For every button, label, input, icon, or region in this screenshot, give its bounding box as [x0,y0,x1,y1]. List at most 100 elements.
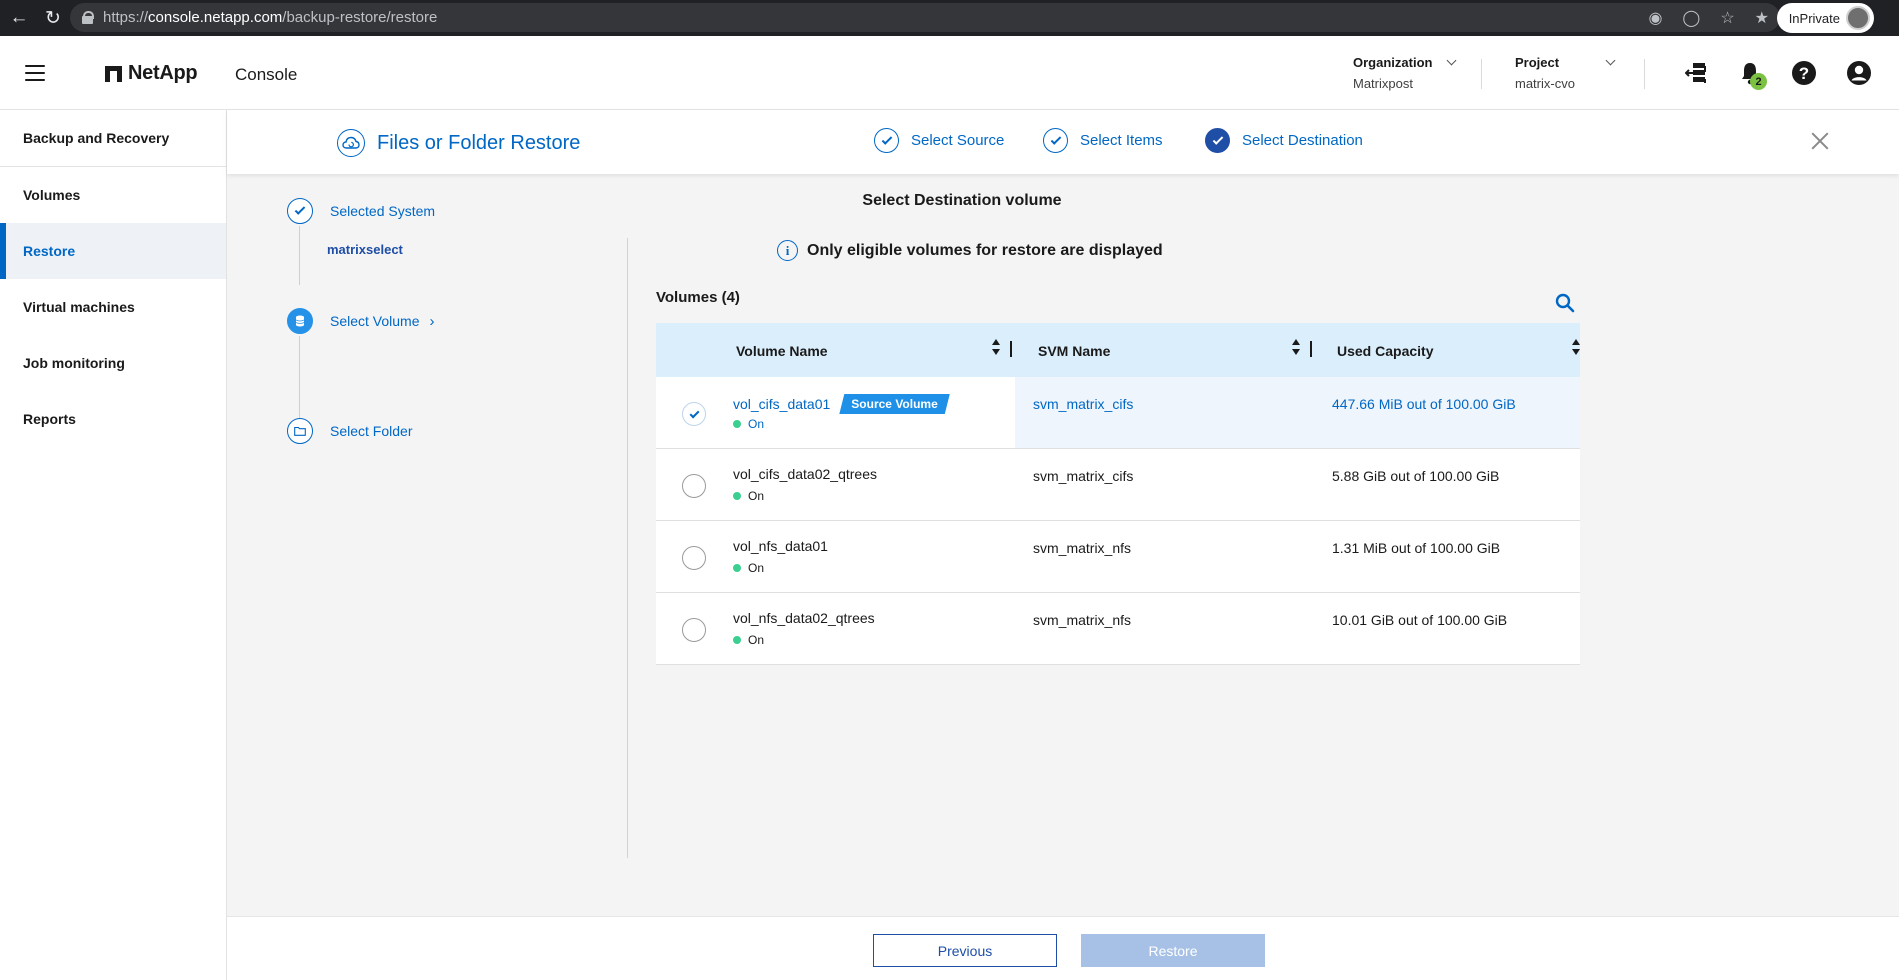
profile-avatar-icon [1846,6,1870,30]
status-dot-icon [733,636,741,644]
volume-name[interactable]: vol_nfs_data02_qtrees [733,610,875,626]
volume-status: On [733,417,764,431]
organization-label: Organization [1353,55,1433,70]
divider [1481,59,1482,89]
status-dot-icon [733,420,741,428]
previous-button[interactable]: Previous [873,934,1057,967]
chevron-down-icon [1447,55,1457,66]
extensions-icon[interactable]: ◯ [1682,8,1700,28]
table-header: Volume Name SVM Name Used Capacity [656,323,1580,377]
cloud-restore-icon [337,129,365,157]
sort-icon[interactable] [1292,339,1300,357]
sidebar-item-reports[interactable]: Reports [0,391,226,447]
svm-name: svm_matrix_cifs [1033,396,1134,412]
connector-icon[interactable] [1684,59,1712,87]
step-select-items[interactable]: Select Items [1043,128,1163,153]
step-check-icon [1043,128,1068,153]
volume-name[interactable]: vol_cifs_data01 Source Volume [733,394,950,414]
volume-status: On [733,489,764,503]
step-select-destination[interactable]: Select Destination [1205,128,1363,153]
column-svm-name[interactable]: SVM Name [1038,343,1110,359]
chevron-right-icon: › [429,312,435,330]
info-icon: i [777,240,798,261]
notification-count-badge: 2 [1750,73,1767,90]
address-bar[interactable]: https://console.netapp.com/backup-restor… [70,3,1780,32]
project-selector[interactable]: Project matrix-cvo [1515,55,1616,91]
progress-select-folder: Select Folder [287,418,412,444]
app-header: NetApp Console Organization Matrixpost P… [0,37,1899,110]
step-check-icon [287,198,313,224]
notifications-bell-icon[interactable]: 2 [1736,59,1767,90]
table-row[interactable]: vol_cifs_data02_qtrees On svm_matrix_cif… [656,449,1580,521]
column-used-capacity[interactable]: Used Capacity [1337,343,1433,359]
inprivate-badge[interactable]: InPrivate [1776,3,1874,33]
inprivate-label: InPrivate [1788,10,1840,26]
svm-name: svm_matrix_cifs [1033,468,1134,484]
favorites-list-icon[interactable]: ★ [1755,8,1769,28]
sort-icon[interactable] [1572,339,1580,357]
help-icon[interactable]: ? [1790,59,1818,87]
step-select-source[interactable]: Select Source [874,128,1004,153]
search-icon[interactable] [1555,293,1575,313]
sidebar-item-restore[interactable]: Restore [0,223,226,279]
used-capacity: 447.66 MiB out of 100.00 GiB [1332,396,1516,412]
progress-selected-system: Selected System [287,198,435,224]
table-row[interactable]: vol_cifs_data01 Source Volume On svm_mat… [656,377,1580,449]
folder-icon [287,418,313,444]
menu-icon[interactable] [25,65,45,81]
favorite-star-icon[interactable]: ☆ [1720,8,1734,28]
database-icon [287,308,313,334]
close-icon[interactable] [1811,132,1829,150]
svm-name: svm_matrix_nfs [1033,612,1132,628]
main-content: Files or Folder Restore Select Source Se… [227,110,1899,980]
row-select-radio[interactable] [682,546,706,570]
row-select-radio[interactable] [682,402,706,426]
organization-selector[interactable]: Organization Matrixpost [1353,55,1457,91]
column-volume-name[interactable]: Volume Name [736,343,828,359]
vertical-divider [627,238,628,858]
tracking-off-icon[interactable]: ◉ [1648,8,1662,28]
lock-icon [82,11,94,24]
step-check-icon [874,128,899,153]
sidebar-item-job-monitoring[interactable]: Job monitoring [0,335,226,391]
sidebar-item-volumes[interactable]: Volumes [0,167,226,223]
project-value: matrix-cvo [1515,76,1575,91]
status-dot-icon [733,564,741,572]
volumes-table: Volume Name SVM Name Used Capacity vol_c… [656,323,1580,665]
wizard-title: Files or Folder Restore [337,129,580,157]
volume-name[interactable]: vol_cifs_data02_qtrees [733,466,877,482]
back-icon[interactable]: ← [4,3,34,33]
eligibility-info: i Only eligible volumes for restore are … [777,240,1163,261]
wizard-header: Files or Folder Restore Select Source Se… [227,110,1899,174]
column-resize-handle[interactable] [1010,341,1012,357]
used-capacity: 5.88 GiB out of 100.00 GiB [1332,468,1500,484]
source-volume-badge: Source Volume [839,394,949,414]
status-dot-icon [733,492,741,500]
used-capacity: 10.01 GiB out of 100.00 GiB [1332,612,1508,628]
restore-button[interactable]: Restore [1081,934,1265,967]
row-select-radio[interactable] [682,618,706,642]
netapp-logo-mark-icon [105,65,122,82]
used-capacity: 1.31 MiB out of 100.00 GiB [1332,540,1501,556]
table-row[interactable]: vol_nfs_data01 On svm_matrix_nfs 1.31 Mi… [656,521,1580,593]
browser-toolbar: ← ↻ https://console.netapp.com/backup-re… [0,0,1899,36]
column-resize-handle[interactable] [1310,341,1312,357]
info-text: Only eligible volumes for restore are di… [807,241,1163,259]
row-select-radio[interactable] [682,474,706,498]
netapp-logo[interactable]: NetApp [105,62,198,85]
section-title: Select Destination volume [862,192,1062,209]
refresh-icon[interactable]: ↻ [38,3,68,33]
wizard-footer: Previous Restore [227,916,1899,980]
selected-system-value: matrixselect [327,242,403,257]
volumes-count: Volumes (4) [656,289,740,306]
sort-icon[interactable] [992,339,1000,357]
sidebar-item-virtual-machines[interactable]: Virtual machines [0,279,226,335]
wizard-title-text: Files or Folder Restore [377,131,581,154]
volume-status: On [733,561,764,575]
progress-select-volume[interactable]: Select Volume › [287,308,435,334]
table-row[interactable]: vol_nfs_data02_qtrees On svm_matrix_nfs … [656,593,1580,665]
sidebar-header[interactable]: Backup and Recovery [0,110,226,167]
user-account-icon[interactable] [1845,59,1873,87]
volume-name[interactable]: vol_nfs_data01 [733,538,828,554]
product-name: Console [235,65,298,84]
